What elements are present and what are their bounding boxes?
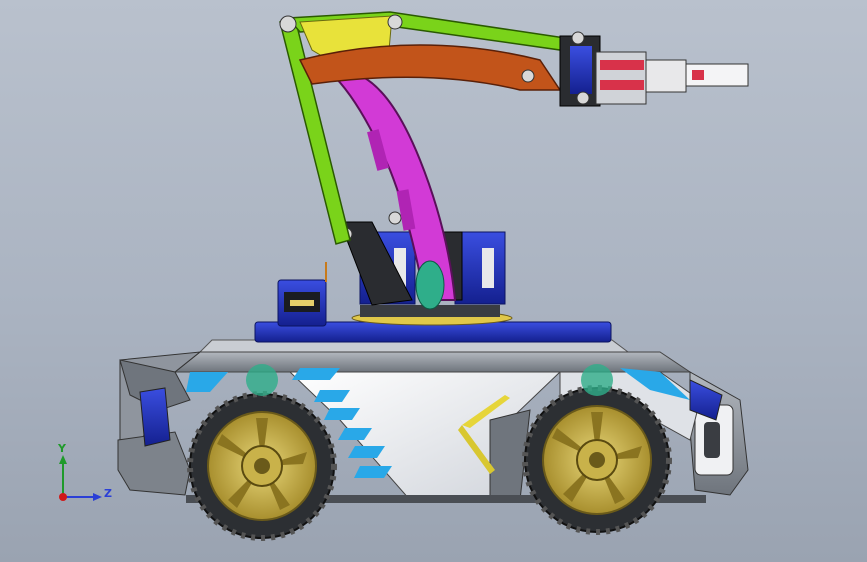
z-axis-label: Z — [104, 487, 112, 500]
y-axis-arrow — [59, 455, 67, 464]
linkage[interactable] — [298, 44, 562, 91]
z-axis-arrow — [93, 493, 102, 501]
gripper[interactable] — [559, 31, 749, 107]
cad-viewport[interactable]: Y Z — [0, 0, 867, 562]
triad-origin — [59, 493, 67, 501]
side-servo[interactable] — [277, 262, 327, 327]
y-axis-label: Y — [57, 442, 67, 455]
coordinate-triad: Y Z — [57, 442, 112, 501]
robot-car-model[interactable]: Y Z — [0, 0, 867, 562]
